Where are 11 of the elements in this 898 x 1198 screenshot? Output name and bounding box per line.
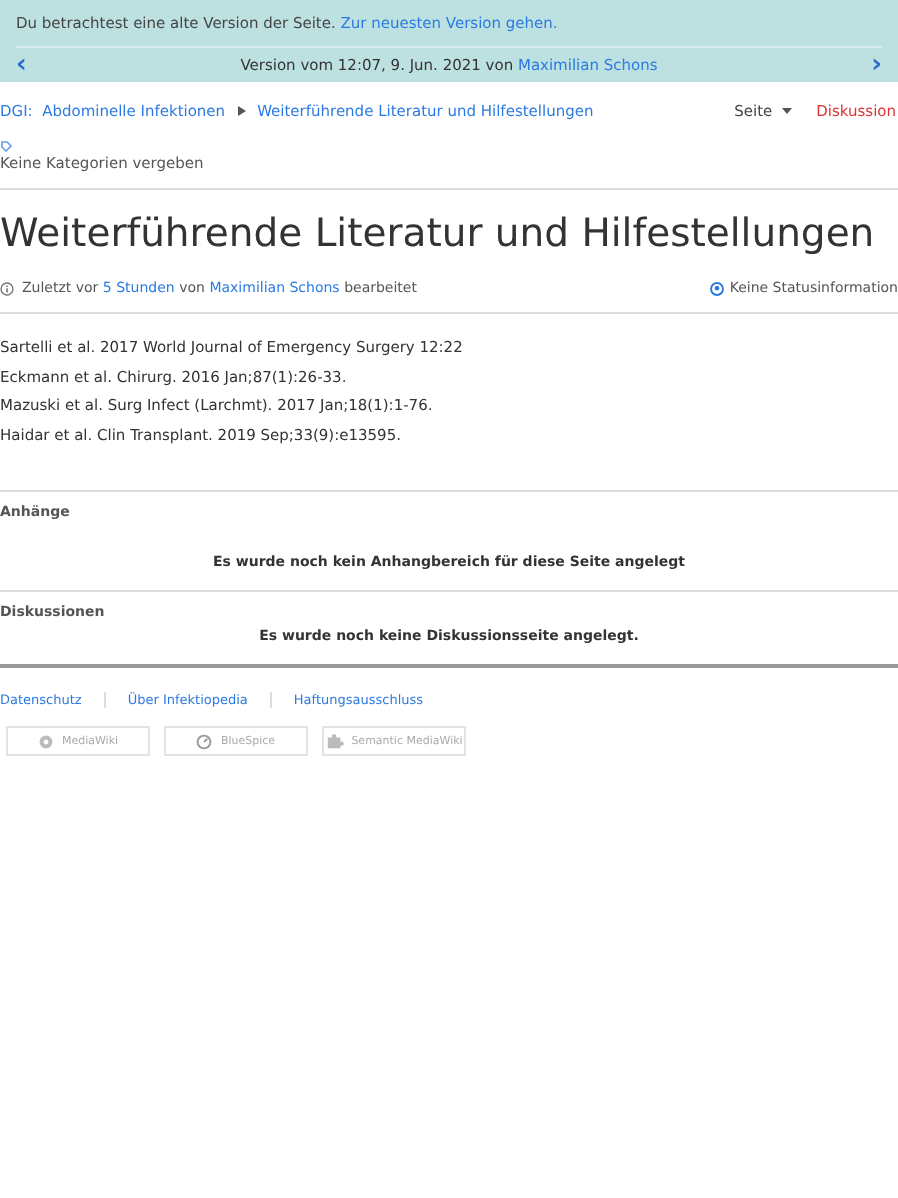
previous-version-button[interactable]: ‹ (16, 56, 27, 74)
gauge-icon (196, 733, 213, 749)
gear-icon (37, 733, 54, 749)
page-title: Weiterführende Literatur und Hilfestellungen (0, 208, 877, 260)
next-version-button[interactable]: › (871, 56, 882, 74)
status-icon (709, 281, 724, 295)
caret-icon (782, 108, 793, 115)
info-icon (0, 281, 14, 295)
chevron-icon (237, 106, 246, 116)
puzzle-icon (325, 732, 344, 750)
tag-icon (0, 140, 12, 152)
